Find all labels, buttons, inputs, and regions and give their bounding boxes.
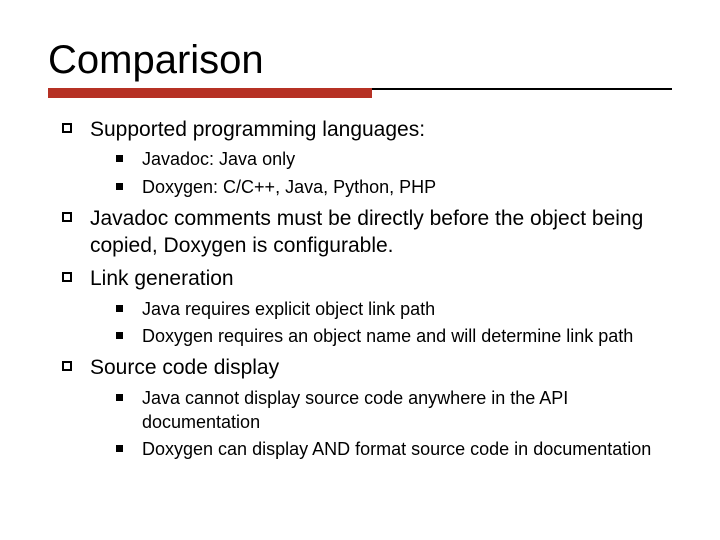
list-item-text: Link generation (90, 267, 234, 290)
sub-list-item: Doxygen requires an object name and will… (116, 324, 672, 348)
list-item: Source code display Java cannot display … (62, 354, 672, 461)
sub-list-item: Doxygen can display AND format source co… (116, 437, 672, 461)
slide: Comparison Supported programming languag… (0, 0, 720, 540)
list-item: Javadoc comments must be directly before… (62, 205, 672, 260)
list-item: Link generation Java requires explicit o… (62, 265, 672, 348)
sub-list: Java cannot display source code anywhere… (90, 386, 672, 462)
list-item-text: Supported programming languages: (90, 118, 425, 141)
underline-rest (372, 88, 672, 90)
list-item-text: Source code display (90, 356, 279, 379)
slide-title: Comparison (48, 38, 672, 82)
sub-list: Java requires explicit object link path … (90, 297, 672, 349)
underline-accent (48, 88, 372, 98)
title-underline (48, 88, 672, 98)
sub-list-item: Javadoc: Java only (116, 147, 672, 171)
list-item: Supported programming languages: Javadoc… (62, 116, 672, 199)
list-item-text: Javadoc comments must be directly before… (90, 207, 643, 257)
sub-list-item: Doxygen: C/C++, Java, Python, PHP (116, 175, 672, 199)
bullet-list: Supported programming languages: Javadoc… (48, 116, 672, 462)
sub-list-item: Java cannot display source code anywhere… (116, 386, 672, 435)
sub-list: Javadoc: Java only Doxygen: C/C++, Java,… (90, 147, 672, 199)
sub-list-item: Java requires explicit object link path (116, 297, 672, 321)
